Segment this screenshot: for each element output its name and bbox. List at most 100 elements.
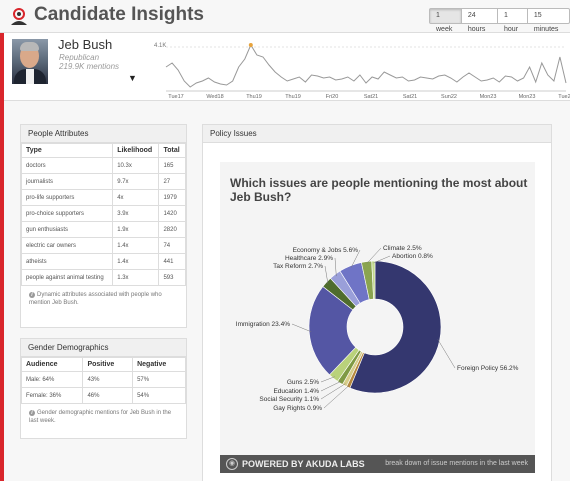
- donut-leader-line: [320, 383, 346, 400]
- people-attributes-cell: 1.9x: [112, 221, 160, 238]
- people-attributes-cell: 74: [158, 237, 186, 254]
- donut-slice-label: Guns 2.5%: [287, 379, 319, 386]
- people-attributes-cell: 2820: [158, 221, 186, 238]
- donut-slice-label: Climate 2.5%: [383, 245, 422, 252]
- donut-slice-label: Immigration 23.4%: [236, 321, 290, 328]
- info-icon: i: [29, 410, 35, 416]
- people-attributes-cell: 1.3x: [112, 269, 160, 286]
- donut-slice-label: Education 1.4%: [273, 388, 319, 395]
- candidate-mentions: 219.9K mentions: [59, 62, 120, 71]
- donut-slice-label: Economy & Jobs 5.6%: [293, 247, 359, 254]
- donut-leader-line: [320, 376, 335, 383]
- donut-leader-line: [334, 257, 337, 277]
- range-button-15-minutes[interactable]: 15 minutes: [528, 9, 569, 33]
- people-attributes-cell: pro-choice supporters: [20, 205, 114, 222]
- sparkline-day-label: Tue24: [558, 94, 570, 99]
- candidate-logo-icon: [11, 8, 27, 25]
- people-attributes-cell: people against animal testing: [20, 269, 114, 286]
- table-row: electric car owners 1.4x 74: [20, 237, 186, 254]
- table-row: pro-choice supporters 3.9x 1420: [20, 205, 186, 222]
- gender-demographics-cell: 54%: [132, 387, 186, 404]
- donut-slice-label: Abortion 0.8%: [392, 253, 433, 260]
- policy-issues-chart-card: Which issues are people mentioning the m…: [220, 162, 535, 473]
- sparkline-day-label: Wed18: [206, 94, 223, 99]
- akuda-logo-icon: ◉: [226, 458, 238, 470]
- people-attributes-cell: 1979: [158, 189, 186, 206]
- people-attributes-cell: 9.7x: [112, 173, 160, 190]
- people-attributes-cell: 165: [158, 157, 186, 174]
- sparkline-path: [165, 43, 567, 88]
- policy-issues-title: Policy Issues: [203, 125, 551, 143]
- range-button-1-week[interactable]: 1 week: [430, 9, 462, 33]
- info-icon: i: [29, 292, 35, 298]
- gender-demographics-cell: Female: 36%: [20, 387, 84, 404]
- sparkline-peak-marker: [248, 43, 253, 47]
- gender-demographics-panel: Gender Demographics Audience Positive Nega…: [20, 338, 187, 439]
- candidate-name: Jeb Bush: [58, 37, 113, 52]
- people-attributes-header: Total: [158, 143, 186, 158]
- range-button-24-hours[interactable]: 24 hours: [462, 9, 499, 33]
- sparkline-day-label: Sat21: [403, 94, 417, 99]
- gender-demographics-header: Negative: [132, 357, 186, 372]
- donut-leader-line: [437, 339, 456, 369]
- gender-demographics-cell: 43%: [82, 371, 134, 388]
- people-attributes-cell: atheists: [20, 253, 114, 270]
- mentions-sparkline: 4.1K Tue17 Wed18 Thu19 Thu19 Fri20 Sat21 Sat21…: [154, 43, 570, 99]
- sparkline-max-label: 4.1K: [154, 43, 166, 49]
- range-button-1-hour[interactable]: 1 hour: [498, 9, 528, 33]
- people-attributes-header: Type: [20, 143, 114, 158]
- chart-footer: ◉ POWERED BY AKUDA LABS break down of is…: [220, 455, 535, 473]
- table-row: pro-life supporters 4x 1979: [20, 189, 186, 206]
- people-attributes-cell: electric car owners: [20, 237, 114, 254]
- footer-brand: POWERED BY AKUDA LABS: [242, 459, 365, 469]
- sparkline-day-label: Sat21: [364, 94, 378, 99]
- gender-demographics-header: Positive: [82, 357, 134, 372]
- people-attributes-panel: People Attributes Type Likelihood Total do…: [20, 124, 187, 328]
- page-title: Candidate Insights: [34, 4, 204, 25]
- donut-slice-label: Social Security 1.1%: [259, 396, 319, 403]
- sparkline-day-label: Mon23: [480, 94, 497, 99]
- people-attributes-note: i Dynamic attributes associated with peop…: [29, 292, 162, 306]
- donut-slice-label: Healthcare 2.9%: [285, 255, 333, 262]
- app-header: Candidate Insights 1 week 24 hours 1 hour 1…: [0, 0, 570, 33]
- sparkline-day-label: Thu19: [285, 94, 301, 99]
- people-attributes-cell: 593: [158, 269, 186, 286]
- people-attributes-cell: 10.3x: [112, 157, 160, 174]
- footer-caption: break down of issue mentions in the last…: [385, 460, 528, 467]
- sparkline-day-label: Mon23: [519, 94, 536, 99]
- table-row: Female: 36% 46% 54%: [20, 387, 186, 404]
- candidate-party: Republican: [59, 53, 100, 62]
- donut-leader-line: [324, 265, 329, 284]
- donut-slice-label: Tax Reform 2.7%: [273, 263, 323, 270]
- table-row: Male: 64% 43% 57%: [20, 371, 186, 388]
- sparkline-day-label: Tue17: [168, 94, 183, 99]
- table-row: doctors 10.3x 165: [20, 157, 186, 174]
- donut-leader-line: [291, 323, 312, 333]
- donut-slice-label: Foreign Policy 56.2%: [457, 365, 519, 372]
- donut-slice-label: Gay Rights 0.9%: [273, 405, 322, 412]
- people-attributes-cell: 1.4x: [112, 237, 160, 254]
- table-row: atheists 1.4x 441: [20, 253, 186, 270]
- time-range-selector: 1 week 24 hours 1 hour 15 minutes: [429, 8, 570, 33]
- sparkline-day-label: Sun22: [441, 94, 457, 99]
- people-attributes-table: Type Likelihood Total doctors 10.3x 165 journ…: [20, 143, 186, 286]
- chevron-down-icon[interactable]: ▼: [128, 73, 137, 83]
- people-attributes-cell: 3.9x: [112, 205, 160, 222]
- donut-leader-line: [323, 385, 350, 409]
- policy-issues-donut-chart: Foreign Policy 56.2% Gay Rights 0.9% Socia…: [236, 245, 519, 412]
- candidate-summary: Jeb Bush Republican 219.9K mentions ▼ 4.…: [4, 33, 570, 101]
- people-attributes-cell: 27: [158, 173, 186, 190]
- people-attributes-cell: 1.4x: [112, 253, 160, 270]
- gender-demographics-cell: 46%: [82, 387, 134, 404]
- people-attributes-header: Likelihood: [112, 143, 160, 158]
- people-attributes-cell: journalists: [20, 173, 114, 190]
- sparkline-day-label: Fri20: [326, 94, 339, 99]
- table-row: journalists 9.7x 27: [20, 173, 186, 190]
- people-attributes-cell: pro-life supporters: [20, 189, 114, 206]
- gender-demographics-note: i Gender demographic mentions for Jeb Bus…: [29, 410, 172, 424]
- people-attributes-cell: gun enthusiasts: [20, 221, 114, 238]
- sparkline-day-label: Thu19: [246, 94, 262, 99]
- table-row: people against animal testing 1.3x 593: [20, 269, 186, 286]
- people-attributes-cell: 441: [158, 253, 186, 270]
- donut-leader-line: [320, 381, 342, 392]
